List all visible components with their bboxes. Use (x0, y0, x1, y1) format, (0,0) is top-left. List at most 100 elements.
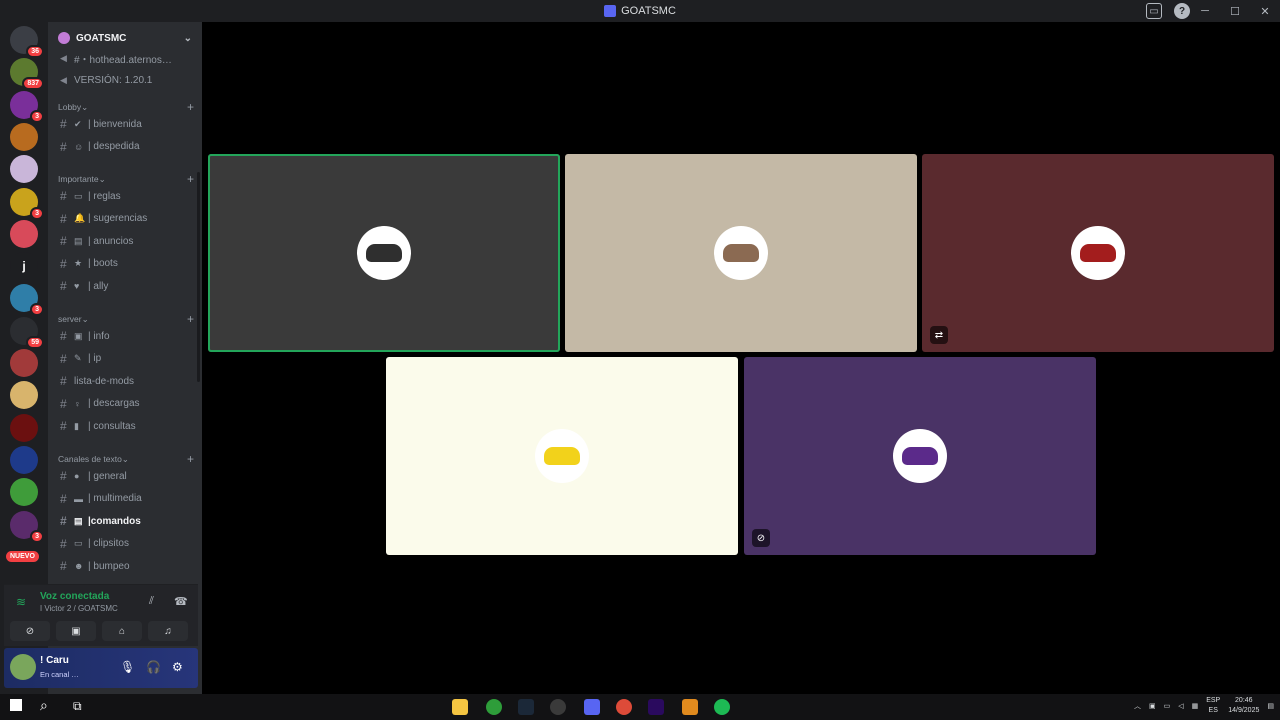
file-explorer-icon[interactable] (452, 699, 468, 715)
user-name[interactable]: ! Caru (40, 655, 69, 666)
participant-tile[interactable]: ⇄ (922, 154, 1274, 352)
server-icon[interactable]: 3 (10, 187, 44, 220)
server-letter: j (22, 259, 26, 274)
server-icon[interactable] (10, 349, 38, 377)
channel-item[interactable]: # ▣ | info (56, 326, 196, 346)
channel-item[interactable]: # lista-de-mods (56, 371, 196, 391)
channel-item[interactable]: # ▮ | consultas (56, 416, 196, 436)
clock[interactable]: 20:46 14/9/2025 (1228, 696, 1259, 716)
server-icon[interactable]: 36 (10, 26, 44, 58)
channel-label: | clipsitos (88, 538, 129, 550)
disconnect-icon[interactable]: ☎ (174, 595, 188, 608)
microphone-icon[interactable]: 🎙 (120, 660, 135, 674)
channel-item[interactable]: # ▬ | multimedia (56, 489, 196, 509)
new-badge[interactable]: NUEVO (6, 551, 39, 562)
mention-badge: 837 (22, 77, 44, 91)
channel-category[interactable]: server ⌄ + (58, 312, 194, 326)
server-icon[interactable]: j (10, 252, 38, 281)
soundboard-button[interactable]: ♫ (148, 621, 188, 641)
spotify-icon[interactable] (714, 699, 730, 715)
screen-share-button[interactable]: ▣ (56, 621, 96, 641)
chrome-icon[interactable] (616, 699, 632, 715)
croc-image (544, 447, 580, 465)
participant-avatar (1071, 226, 1125, 280)
lang-top: ESP (1206, 697, 1221, 704)
add-channel-icon[interactable]: + (187, 452, 194, 466)
server-icon[interactable]: 3 (10, 90, 44, 123)
voice-status[interactable]: Voz conectada (40, 591, 109, 602)
channel-category[interactable]: Importante ⌄ + (58, 172, 194, 186)
network-icon[interactable]: ▭ (1164, 702, 1171, 710)
participant-tile[interactable] (565, 154, 917, 352)
channel-item[interactable]: # ♀ | descargas (56, 394, 196, 414)
add-channel-icon[interactable]: + (187, 172, 194, 186)
channel-emoji: ▭ (74, 538, 83, 549)
server-icon[interactable] (10, 381, 38, 410)
channel-label: lista-de-mods (74, 375, 135, 387)
activity-button[interactable]: ⌂ (102, 621, 142, 641)
channel-item[interactable]: ◀ VERSIÓN: 1.20.1 (56, 70, 196, 90)
participant-tile[interactable]: ⊘ (744, 357, 1096, 555)
participant-tile[interactable] (386, 357, 738, 555)
channel-item[interactable]: # ● | general (56, 466, 196, 486)
user-status: En canal … (40, 670, 79, 679)
channel-label: | info (88, 330, 110, 342)
language-indicator[interactable]: ESP ES (1206, 696, 1220, 716)
server-icon[interactable] (10, 413, 38, 442)
close-button[interactable]: ✕ (1250, 0, 1280, 22)
add-channel-icon[interactable]: + (187, 100, 194, 114)
server-icon[interactable]: 59 (10, 316, 44, 349)
channel-scrollbar[interactable] (197, 172, 200, 382)
steam-icon[interactable] (518, 699, 534, 715)
channel-item[interactable]: # ▭ | reglas (56, 186, 196, 206)
channel-item[interactable]: # ✔ | bienvenida (56, 114, 196, 134)
notification-icon[interactable]: ▤ (1267, 702, 1274, 710)
channel-item[interactable]: # ▤ |comandos (56, 511, 196, 531)
channel-category[interactable]: Lobby ⌄ + (58, 100, 194, 114)
server-icon[interactable]: 3 (10, 284, 44, 317)
gear-icon[interactable]: ⚙ (172, 660, 183, 674)
channel-item[interactable]: # ★ | boots (56, 254, 196, 274)
keyboard-icon[interactable]: ▦ (1192, 702, 1199, 710)
voice-channel-name[interactable]: ǀ Victor 2 / GOATSMC (40, 604, 118, 613)
noise-suppression-icon[interactable]: ⫽ (149, 595, 154, 608)
server-icon[interactable] (10, 155, 38, 184)
search-icon[interactable]: ⌕ (40, 697, 48, 714)
channel-item[interactable]: # ▭ | clipsitos (56, 534, 196, 554)
help-icon[interactable]: ? (1174, 3, 1190, 19)
channel-item[interactable]: # ☺ | despedida (56, 137, 196, 157)
channel-item[interactable]: # ♥ | ally (56, 276, 196, 296)
headphones-icon[interactable]: 🎧 (146, 660, 161, 674)
server-icon[interactable]: 837 (10, 58, 44, 91)
tray-app-icon[interactable]: ▣ (1149, 702, 1156, 710)
channel-category[interactable]: Canales de texto ⌄ + (58, 452, 194, 466)
channel-item[interactable]: # ▤ | anuncios (56, 231, 196, 251)
minimize-button[interactable]: ─ (1190, 0, 1220, 22)
server-icon[interactable] (10, 445, 38, 474)
server-icon[interactable]: 3 (10, 510, 44, 543)
participant-tile[interactable] (208, 154, 560, 352)
channel-item[interactable]: # ☻ | bumpeo (56, 556, 196, 576)
server-icon[interactable] (10, 219, 38, 248)
inbox-icon[interactable]: ▭ (1146, 3, 1162, 19)
server-icon[interactable] (10, 122, 38, 151)
gamepad-icon: ⌂ (118, 625, 126, 637)
channel-item[interactable]: # 🔔 | sugerencias (56, 209, 196, 229)
obs-icon[interactable] (550, 699, 566, 715)
premiere-icon[interactable] (648, 699, 664, 715)
discord-taskbar-icon[interactable] (584, 699, 600, 715)
hash-icon: # (60, 211, 67, 226)
fl-studio-icon[interactable] (682, 699, 698, 715)
windows-start-icon[interactable] (10, 699, 22, 711)
maximize-button[interactable]: ☐ (1220, 0, 1250, 22)
volume-icon[interactable]: ◁ (1178, 702, 1183, 710)
channel-item[interactable]: # ✎ | ip (56, 349, 196, 369)
avatar[interactable] (10, 654, 36, 680)
xbox-icon[interactable] (486, 699, 502, 715)
server-icon[interactable] (10, 478, 38, 507)
add-channel-icon[interactable]: + (187, 312, 194, 326)
chevron-up-icon[interactable]: ︿ (1134, 701, 1141, 711)
camera-button[interactable]: ⊘ (10, 621, 50, 641)
channel-item[interactable]: ◀ #・hothead.aternos… (56, 48, 196, 68)
task-view-icon[interactable]: ⧉ (73, 699, 82, 714)
